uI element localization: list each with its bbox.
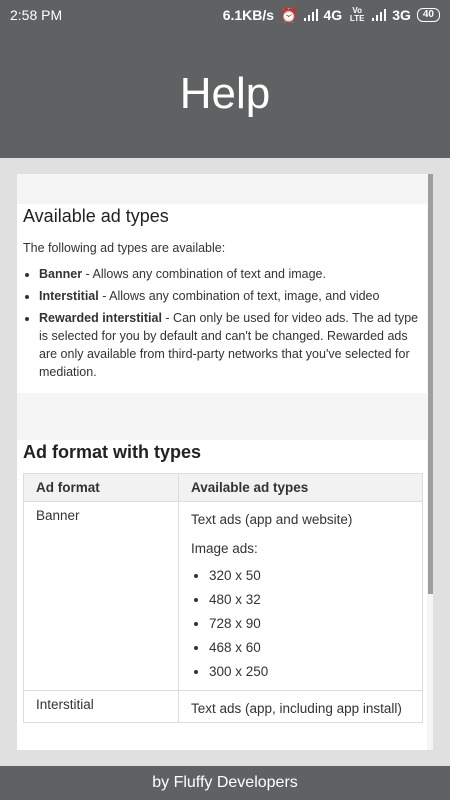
types-cell: Text ads (app, including app install) [178, 690, 423, 723]
list-item: 300 x 250 [209, 660, 410, 684]
ad-types-intro: The following ad types are available: [23, 241, 226, 255]
app-header: Help [0, 30, 450, 158]
battery-icon: 40 [416, 8, 440, 22]
network-speed: 6.1KB/s [222, 7, 275, 23]
ad-formats-section: Ad format with types Ad format Available… [17, 440, 427, 750]
ad-type-name: Rewarded interstitial [39, 311, 162, 325]
list-item: Rewarded interstitial - Can only be used… [39, 309, 421, 381]
column-header: Ad format [23, 473, 179, 502]
list-item: 480 x 32 [209, 588, 410, 612]
types-line: Text ads (app, including app install) [191, 701, 402, 716]
format-cell: Interstitial [23, 690, 179, 723]
ad-type-name: Banner [39, 267, 83, 281]
footer: by Fluffy Developers [0, 766, 450, 800]
alarm-off-icon: ⏰ [280, 6, 298, 23]
help-webview[interactable]: Available ad types The following ad type… [17, 174, 433, 750]
page-title: Help [179, 69, 271, 118]
column-header: Available ad types [178, 473, 423, 502]
list-item: 468 x 60 [209, 636, 410, 660]
scrollbar[interactable] [428, 174, 433, 594]
types-line: Text ads (app and website) [191, 512, 353, 527]
ad-type-name: Interstitial [39, 289, 99, 303]
footer-credit: by Fluffy Developers [152, 774, 298, 791]
ad-types-list: Banner - Allows any combination of text … [23, 265, 421, 381]
table-row: Interstitial Text ads (app, including ap… [23, 690, 423, 723]
signal-icon-2 [372, 9, 387, 21]
sizes-list: 320 x 50 480 x 32 728 x 90 468 x 60 300 … [191, 564, 410, 684]
sim1-network: 4G [323, 7, 343, 23]
volte-icon: Vo LTE [349, 6, 365, 23]
ad-formats-table: Ad format Available ad types Banner Text… [23, 473, 423, 723]
ad-formats-heading: Ad format with types [23, 442, 202, 462]
table-header-row: Ad format Available ad types [23, 473, 423, 502]
types-cell: Text ads (app and website) Image ads: 32… [178, 501, 423, 691]
ad-types-heading: Available ad types [23, 206, 169, 226]
types-line: Image ads: [191, 541, 258, 556]
list-item: 320 x 50 [209, 564, 410, 588]
ad-type-desc: - Allows any combination of text and ima… [82, 267, 326, 281]
list-item: 728 x 90 [209, 612, 410, 636]
sim2-network: 3G [392, 7, 411, 23]
status-time: 2:58 PM [10, 7, 63, 23]
table-row: Banner Text ads (app and website) Image … [23, 501, 423, 691]
ad-types-section: Available ad types The following ad type… [17, 204, 427, 393]
status-bar: 2:58 PM 6.1KB/s ⏰ 4G Vo LTE 3G 40 [0, 0, 450, 30]
status-icons: 6.1KB/s ⏰ 4G Vo LTE 3G 40 [223, 7, 440, 24]
list-item: Interstitial - Allows any combination of… [39, 287, 421, 305]
format-cell: Banner [23, 501, 179, 691]
signal-icon [303, 9, 318, 21]
ad-type-desc: - Allows any combination of text, image,… [98, 289, 380, 303]
list-item: Banner - Allows any combination of text … [39, 265, 421, 283]
